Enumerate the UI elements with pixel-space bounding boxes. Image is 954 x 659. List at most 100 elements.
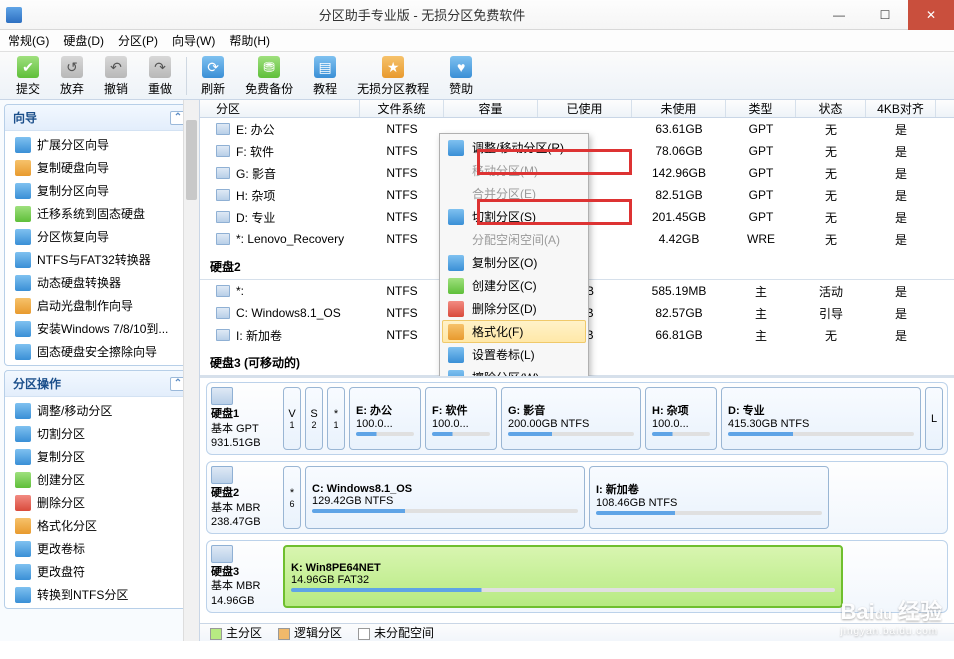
nav-icon <box>15 160 31 176</box>
undo-button[interactable]: ↶撤销 <box>94 52 138 99</box>
context-menu-item: 移动分区(M) <box>442 159 586 182</box>
menu-item[interactable]: 向导(W) <box>172 32 215 49</box>
commit-button[interactable]: ✔提交 <box>6 52 50 99</box>
nav-item[interactable]: 切割分区 <box>5 422 194 445</box>
refresh-icon: ⟳ <box>202 56 224 78</box>
partition-block[interactable]: H: 杂项100.0... <box>645 387 717 450</box>
column-header[interactable]: 4KB对齐 <box>866 100 936 117</box>
partition-block[interactable]: E: 办公100.0... <box>349 387 421 450</box>
disk-icon <box>211 545 233 563</box>
nav-icon <box>15 183 31 199</box>
backup-button[interactable]: ⛃免费备份 <box>235 52 303 99</box>
menu-item-icon <box>448 347 464 363</box>
menu-item[interactable]: 分区(P) <box>118 32 158 49</box>
context-menu-item[interactable]: 复制分区(O) <box>442 251 586 274</box>
nav-item[interactable]: 安装Windows 7/8/10到... <box>5 317 194 340</box>
context-menu-item[interactable]: 设置卷标(L) <box>442 343 586 366</box>
column-header[interactable]: 容量 <box>444 100 538 117</box>
nav-item[interactable]: 扩展分区向导 <box>5 133 194 156</box>
column-header[interactable]: 分区 <box>200 100 360 117</box>
close-button[interactable]: ✕ <box>908 0 954 30</box>
nav-label: 启动光盘制作向导 <box>37 297 133 314</box>
nav-item[interactable]: 复制分区 <box>5 445 194 468</box>
lossless-button[interactable]: ★无损分区教程 <box>347 52 439 99</box>
partition-block[interactable]: *1 <box>327 387 345 450</box>
nav-item[interactable]: 分区恢复向导 <box>5 225 194 248</box>
menu-item[interactable]: 硬盘(D) <box>63 32 104 49</box>
column-header[interactable]: 已使用 <box>538 100 632 117</box>
nav-icon <box>15 344 31 360</box>
nav-item[interactable]: 固态硬盘安全擦除向导 <box>5 340 194 363</box>
context-menu-item[interactable]: 创建分区(C) <box>442 274 586 297</box>
column-header[interactable]: 状态 <box>796 100 866 117</box>
partition-block[interactable]: C: Windows8.1_OS129.42GB NTFS <box>305 466 585 529</box>
column-header[interactable]: 类型 <box>726 100 796 117</box>
partition-block[interactable]: *6 <box>283 466 301 529</box>
nav-item[interactable]: 动态硬盘转换器 <box>5 271 194 294</box>
menu-item[interactable]: 常规(G) <box>8 32 49 49</box>
nav-item[interactable]: 创建分区 <box>5 468 194 491</box>
sidebar-scrollbar[interactable] <box>183 100 199 641</box>
nav-item[interactable]: 复制分区向导 <box>5 179 194 202</box>
disk-icon <box>211 387 233 405</box>
nav-label: 删除分区 <box>37 494 85 511</box>
tutorial-icon: ▤ <box>314 56 336 78</box>
nav-label: 安装Windows 7/8/10到... <box>37 320 168 337</box>
nav-item[interactable]: 格式化分区 <box>5 514 194 537</box>
disk-partitions: V1S2*1E: 办公100.0...F: 软件100.0...G: 影音200… <box>283 387 943 450</box>
context-menu-item[interactable]: 调整/移动分区(R) <box>442 136 586 159</box>
tutorial-button[interactable]: ▤教程 <box>303 52 347 99</box>
toolbar-separator <box>186 57 187 95</box>
menu-item-icon <box>448 324 464 340</box>
disk-info: 硬盘2基本 MBR238.47GB <box>211 466 277 529</box>
nav-item[interactable]: 更改卷标 <box>5 537 194 560</box>
partition-block[interactable]: L <box>925 387 943 450</box>
context-menu-item[interactable]: 删除分区(D) <box>442 297 586 320</box>
panel-header[interactable]: 分区操作⌃ <box>5 371 194 397</box>
toolbar-label: 重做 <box>148 80 172 97</box>
context-menu-item[interactable]: 擦除分区(W) <box>442 366 586 377</box>
context-menu-item: 合并分区(E) <box>442 182 586 205</box>
nav-item[interactable]: 启动光盘制作向导 <box>5 294 194 317</box>
nav-item[interactable]: 更改盘符 <box>5 560 194 583</box>
nav-icon <box>15 403 31 419</box>
menu-item-icon <box>448 186 464 202</box>
maximize-button[interactable]: ☐ <box>862 0 908 30</box>
donate-button[interactable]: ♥赞助 <box>439 52 483 99</box>
partition-block[interactable]: K: Win8PE64NET14.96GB FAT32 <box>283 545 843 608</box>
partition-block[interactable]: I: 新加卷108.46GB NTFS <box>589 466 829 529</box>
nav-label: 转换到NTFS分区 <box>37 586 128 603</box>
menu-item[interactable]: 帮助(H) <box>229 32 270 49</box>
context-menu-item[interactable]: 格式化(F) <box>442 320 586 343</box>
nav-item[interactable]: 调整/移动分区 <box>5 399 194 422</box>
menu-item-icon <box>448 301 464 317</box>
nav-icon <box>15 449 31 465</box>
partition-block[interactable]: F: 软件100.0... <box>425 387 497 450</box>
column-header[interactable]: 文件系统 <box>360 100 444 117</box>
minimize-button[interactable]: — <box>816 0 862 30</box>
main-area: 向导⌃扩展分区向导复制硬盘向导复制分区向导迁移系统到固态硬盘分区恢复向导NTFS… <box>0 100 954 641</box>
nav-item[interactable]: 迁移系统到固态硬盘 <box>5 202 194 225</box>
nav-icon <box>15 252 31 268</box>
watermark: Baidu 经验 jingyan.baidu.com <box>841 594 943 637</box>
panel-header[interactable]: 向导⌃ <box>5 105 194 131</box>
redo-button[interactable]: ↷重做 <box>138 52 182 99</box>
partition-block[interactable]: G: 影音200.00GB NTFS <box>501 387 641 450</box>
nav-label: 更改卷标 <box>37 540 85 557</box>
column-header[interactable]: 未使用 <box>632 100 726 117</box>
nav-item[interactable]: 转换到NTFS分区 <box>5 583 194 606</box>
refresh-button[interactable]: ⟳刷新 <box>191 52 235 99</box>
context-menu-item[interactable]: 切割分区(S) <box>442 205 586 228</box>
disk-partitions: *6C: Windows8.1_OS129.42GB NTFSI: 新加卷108… <box>283 466 943 529</box>
partition-block[interactable]: V1 <box>283 387 301 450</box>
partition-icon <box>216 329 230 341</box>
discard-button[interactable]: ↺放弃 <box>50 52 94 99</box>
nav-label: 复制硬盘向导 <box>37 159 109 176</box>
disk-maps: 硬盘1基本 GPT931.51GBV1S2*1E: 办公100.0...F: 软… <box>200 377 954 623</box>
nav-item[interactable]: 复制硬盘向导 <box>5 156 194 179</box>
partition-block[interactable]: S2 <box>305 387 323 450</box>
toolbar-label: 撤销 <box>104 80 128 97</box>
nav-item[interactable]: 删除分区 <box>5 491 194 514</box>
nav-item[interactable]: NTFS与FAT32转换器 <box>5 248 194 271</box>
partition-block[interactable]: D: 专业415.30GB NTFS <box>721 387 921 450</box>
